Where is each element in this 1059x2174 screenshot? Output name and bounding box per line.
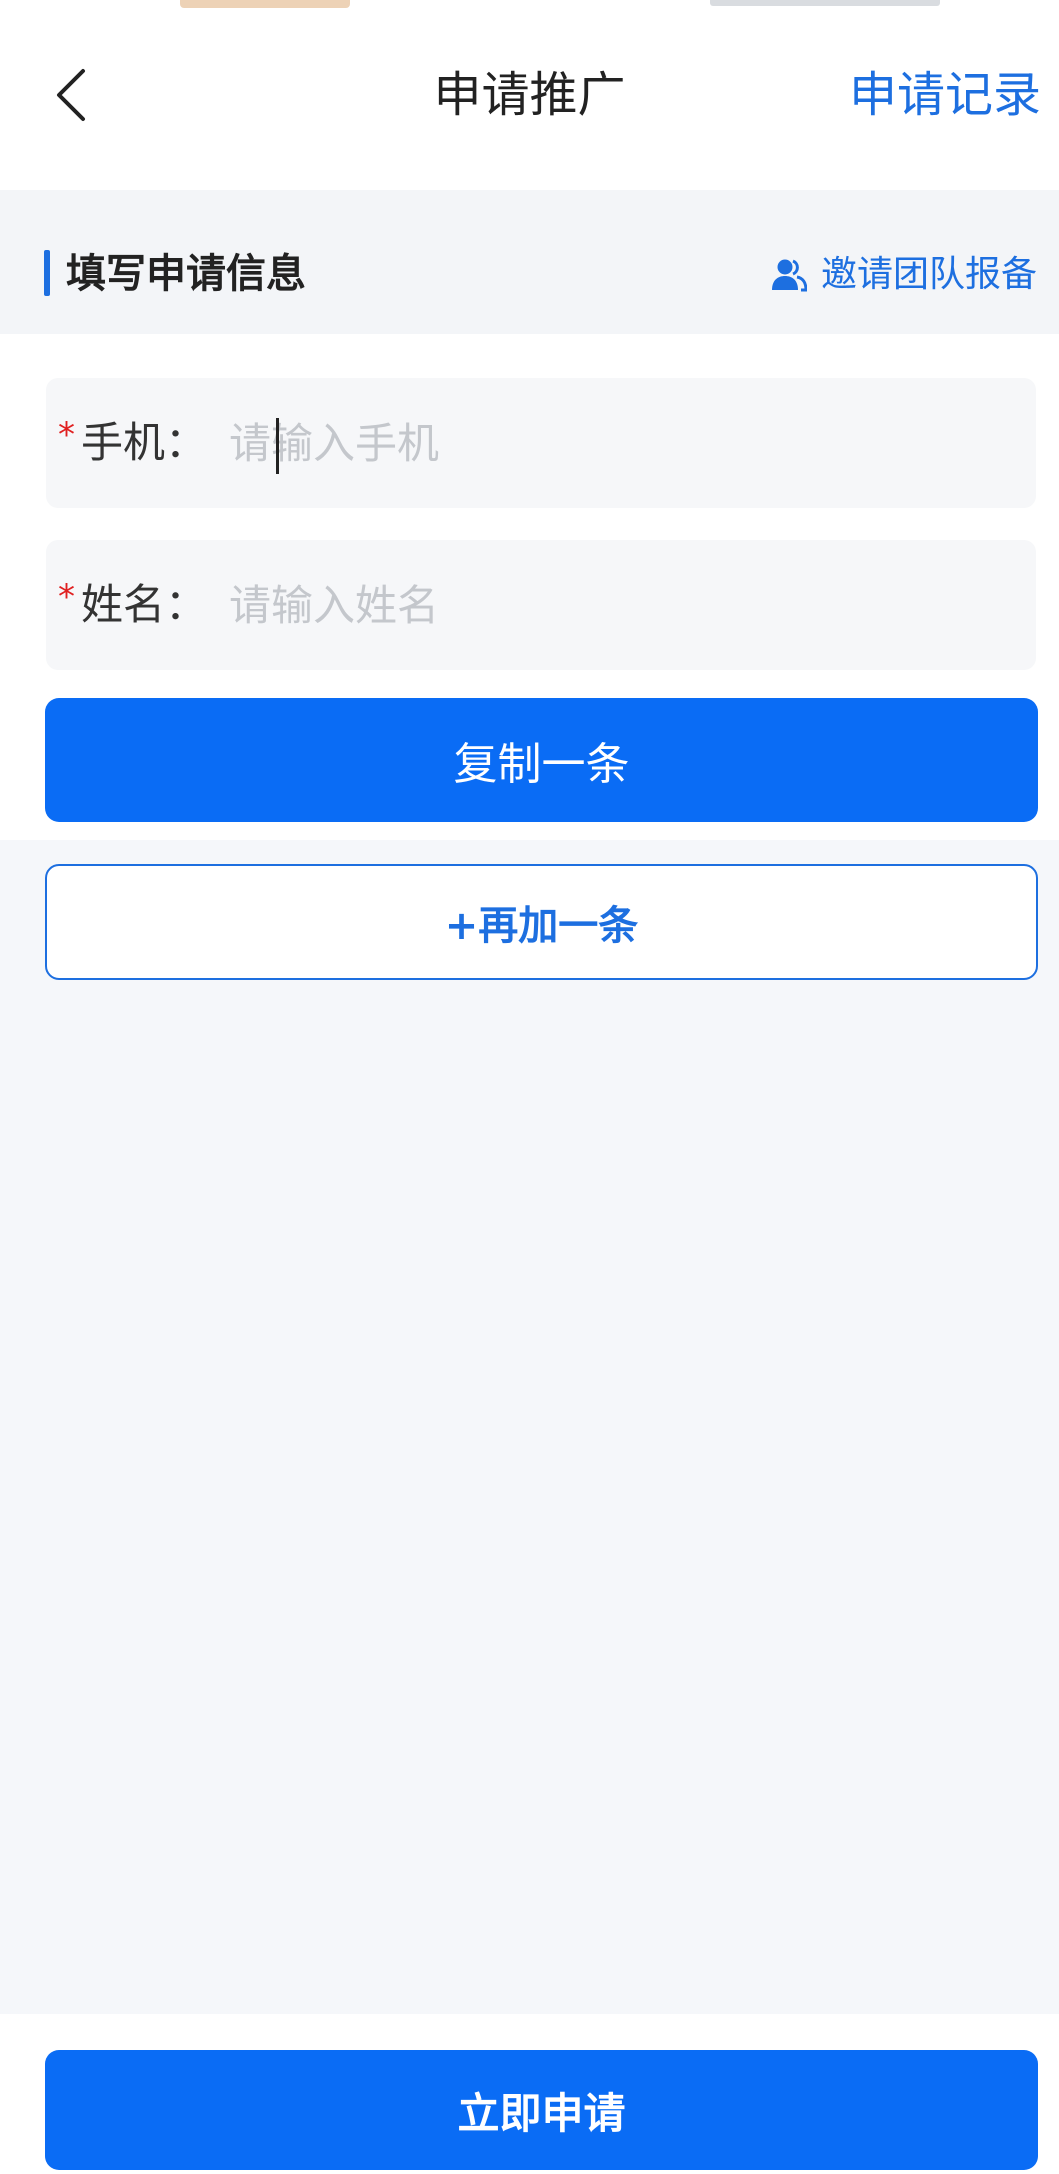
users-icon	[771, 259, 807, 292]
status-bar-left-indicator	[180, 0, 350, 8]
submit-application-button[interactable]: 立即申请	[45, 2050, 1038, 2170]
name-label: 姓名：	[81, 580, 208, 629]
invite-team-link[interactable]: 邀请团队报备	[771, 252, 1037, 298]
add-entry-button[interactable]: +再加一条	[45, 864, 1038, 980]
back-button[interactable]	[40, 60, 100, 130]
copy-entry-button[interactable]: 复制一条	[45, 698, 1038, 822]
phone-field: * 手机：	[46, 378, 1036, 508]
status-bar-right-indicators	[710, 0, 940, 6]
section-title: 填写申请信息	[66, 251, 306, 297]
phone-label: 手机：	[81, 418, 208, 467]
section-accent-bar	[44, 250, 50, 296]
application-records-link[interactable]: 申请记录	[849, 66, 1041, 124]
required-mark: *	[58, 577, 75, 617]
name-input[interactable]	[229, 575, 990, 635]
required-mark: *	[58, 415, 75, 455]
name-field: * 姓名：	[46, 540, 1036, 670]
invite-team-label: 邀请团队报备	[820, 254, 1037, 295]
chevron-left-icon	[57, 69, 85, 121]
status-bar	[0, 0, 1059, 24]
phone-input[interactable]	[229, 413, 990, 473]
text-cursor	[276, 418, 279, 474]
